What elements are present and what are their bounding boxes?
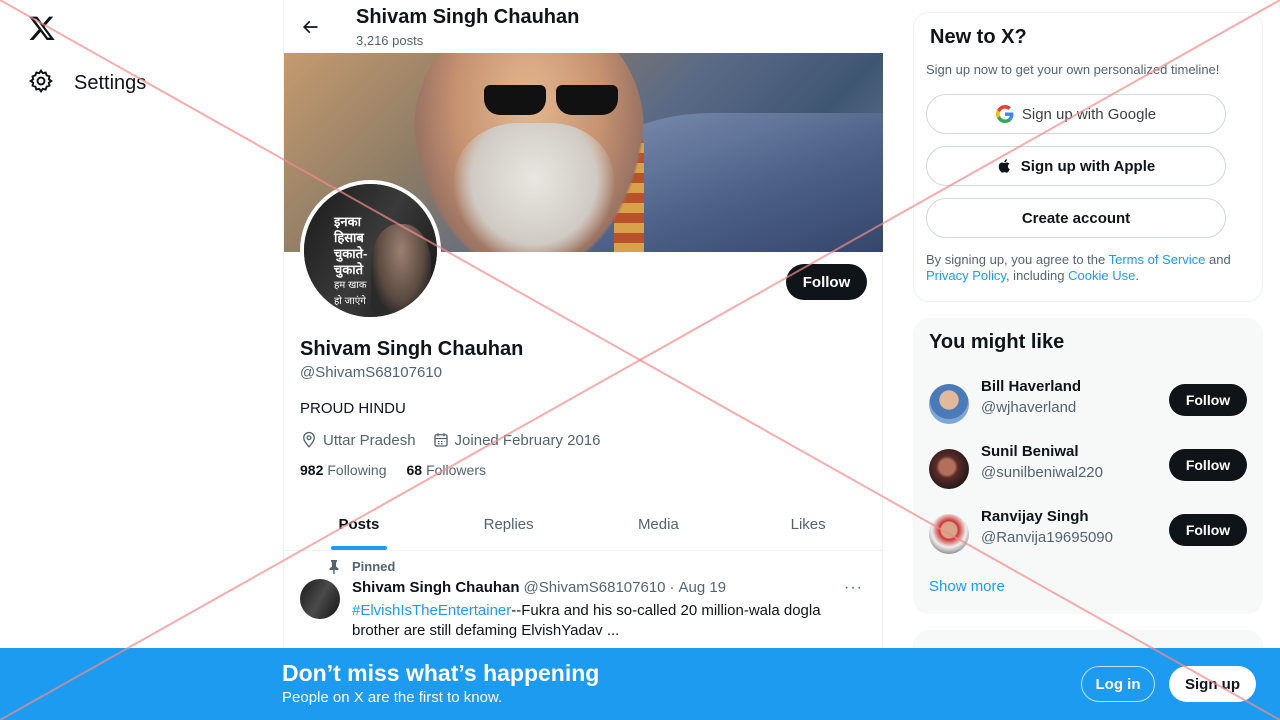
header-name: Shivam Singh Chauhan — [356, 6, 580, 28]
suggestion-item[interactable]: Bill Haverland @wjhaverland Follow — [929, 376, 1247, 432]
suggestion-handle: @wjhaverland — [981, 399, 1077, 416]
show-more-link[interactable]: Show more — [929, 578, 1005, 595]
profile-stats: 982 Following 68 Followers — [300, 462, 486, 478]
signup-card: New to X? Sign up now to get your own pe… — [913, 12, 1263, 302]
profile-meta: Uttar Pradesh Joined February 2016 — [300, 431, 600, 449]
suggestion-name: Sunil Beniwal — [981, 443, 1079, 460]
bottom-bar-title: Don’t miss what’s happening — [282, 660, 600, 686]
signup-terms: By signing up, you agree to the Terms of… — [926, 252, 1231, 283]
banner-sunglasses — [484, 81, 624, 115]
follow-button[interactable]: Follow — [786, 264, 867, 300]
tweet-author-handle[interactable]: @ShivamS68107610 — [524, 579, 666, 596]
avatar-text: इनका हिसाब चुकाते- चुकाते हम खाक हो जाएं… — [334, 214, 368, 307]
create-account-button[interactable]: Create account — [926, 198, 1226, 238]
joined-text: Joined February 2016 — [454, 431, 601, 449]
suggestion-name: Bill Haverland — [981, 378, 1082, 395]
suggestion-handle: @sunilbeniwal220 — [981, 464, 1103, 481]
location-text: Uttar Pradesh — [323, 431, 416, 449]
profile-joined: Joined February 2016 — [432, 431, 601, 449]
you-might-like-card: You might like Bill Haverland @wjhaverla… — [913, 318, 1263, 614]
back-button[interactable] — [296, 13, 324, 41]
suggestion-follow-button[interactable]: Follow — [1169, 449, 1247, 481]
profile-name: Shivam Singh Chauhan — [300, 338, 524, 360]
main-column: Shivam Singh Chauhan 3,216 posts इनका हि… — [283, 0, 883, 720]
tweet-separator: · — [669, 579, 675, 596]
header-posts-count: 3,216 posts — [356, 33, 424, 48]
signup-button[interactable]: Sign up — [1169, 666, 1256, 702]
signup-title: New to X? — [930, 26, 1027, 48]
tweet-author-name[interactable]: Shivam Singh Chauhan — [352, 579, 520, 596]
pinned-tweet[interactable]: Pinned Shivam Singh Chauhan @ShivamS6810… — [284, 552, 883, 652]
tab-media[interactable]: Media — [584, 498, 734, 550]
followers-link[interactable]: 68 Followers — [407, 462, 486, 478]
tweet-avatar[interactable] — [300, 579, 340, 619]
bottom-bar-subtitle: People on X are the first to know. — [282, 689, 503, 706]
following-link[interactable]: 982 Following — [300, 462, 387, 478]
tweet-date[interactable]: Aug 19 — [679, 579, 727, 596]
gear-icon — [28, 68, 54, 99]
pinned-indicator: Pinned — [328, 559, 395, 574]
tab-posts[interactable]: Posts — [284, 498, 434, 550]
terms-link[interactable]: Terms of Service — [1109, 252, 1206, 267]
tweet-hashtag[interactable]: #ElvishIsTheEntertainer — [352, 602, 511, 619]
tab-likes[interactable]: Likes — [733, 498, 883, 550]
tab-replies[interactable]: Replies — [434, 498, 584, 550]
tweet-text: #ElvishIsTheEntertainer--Fukra and his s… — [352, 602, 821, 639]
calendar-icon — [433, 433, 448, 447]
suggestion-item[interactable]: Sunil Beniwal @sunilbeniwal220 Follow — [929, 441, 1247, 497]
profile-tabs: Posts Replies Media Likes — [284, 498, 883, 551]
suggestion-follow-button[interactable]: Follow — [1169, 384, 1247, 416]
profile-location: Uttar Pradesh — [300, 431, 416, 449]
avatar[interactable] — [929, 384, 969, 424]
avatar[interactable] — [929, 449, 969, 489]
back-arrow-icon — [303, 20, 318, 34]
avatar[interactable] — [929, 514, 969, 554]
suggestions-title: You might like — [929, 331, 1065, 353]
apple-icon — [998, 159, 1010, 173]
suggestion-follow-button[interactable]: Follow — [1169, 514, 1247, 546]
apple-signup-button[interactable]: Sign up with Apple — [926, 146, 1226, 186]
signup-subtitle: Sign up now to get your own personalized… — [926, 62, 1220, 77]
suggestion-handle: @Ranvija19695090 — [981, 529, 1113, 546]
nav-settings[interactable]: Settings — [28, 68, 146, 99]
x-logo-icon[interactable] — [28, 14, 56, 42]
more-icon[interactable]: ··· — [844, 579, 863, 597]
profile-avatar[interactable]: इनका हिसाब चुकाते- चुकाते हम खाक हो जाएं… — [300, 180, 441, 321]
privacy-link[interactable]: Privacy Policy — [926, 268, 1006, 283]
suggestion-item[interactable]: Ranvijay Singh @Ranvija19695090 Follow — [929, 506, 1247, 562]
profile-handle: @ShivamS68107610 — [300, 364, 442, 381]
settings-label: Settings — [74, 72, 147, 94]
profile-bio: PROUD HINDU — [300, 400, 406, 417]
location-pin-icon — [303, 431, 315, 448]
profile-header-bar: Shivam Singh Chauhan 3,216 posts — [284, 0, 883, 53]
google-signup-button[interactable]: Sign up with Google — [926, 94, 1226, 134]
banner-beard — [454, 123, 614, 252]
google-icon — [995, 105, 1014, 123]
cookie-link[interactable]: Cookie Use — [1068, 268, 1135, 283]
suggestion-name: Ranvijay Singh — [981, 508, 1089, 525]
pin-icon — [329, 559, 339, 574]
left-nav: Settings — [0, 0, 283, 720]
login-button[interactable]: Log in — [1081, 666, 1155, 702]
bottom-signup-bar: Don’t miss what’s happening People on X … — [0, 648, 1280, 720]
tweet-header: Shivam Singh Chauhan @ShivamS68107610 · … — [352, 579, 726, 596]
